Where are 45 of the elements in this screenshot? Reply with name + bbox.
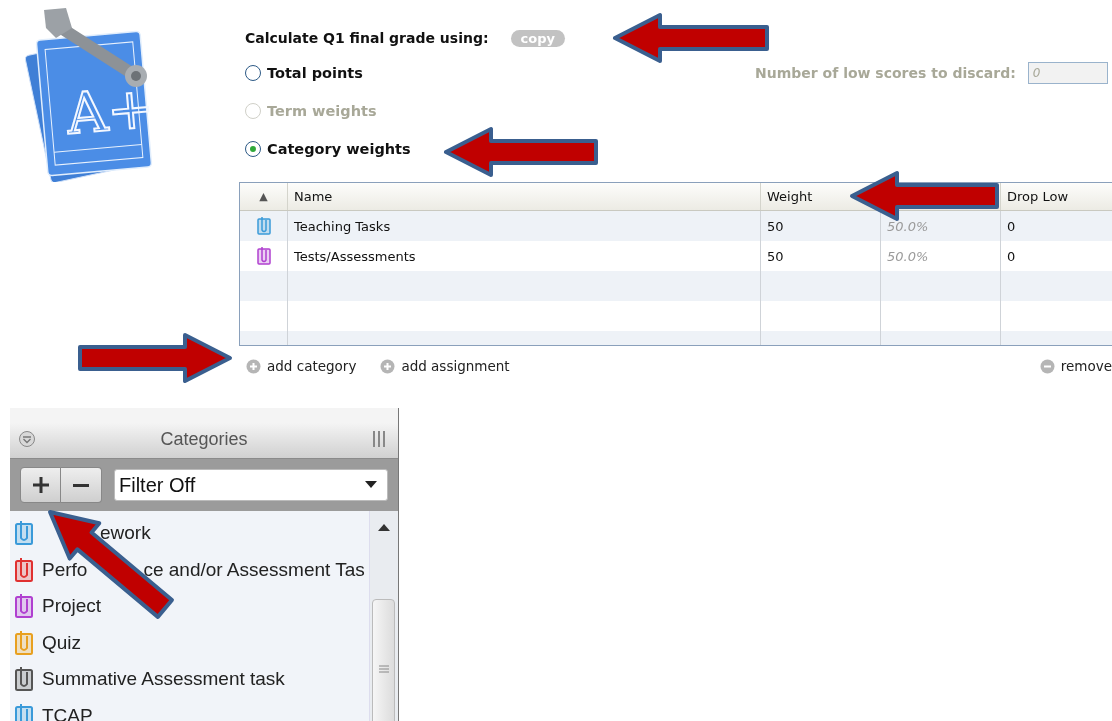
add-button[interactable] [20,467,61,503]
category-item[interactable]: Summative Assessment task [14,661,369,698]
plus-icon [31,476,50,494]
scroll-up-icon[interactable] [378,523,390,531]
panel-title: Categories [160,428,248,450]
category-item[interactable]: TCAP [14,697,369,721]
form-title: Calculate Q1 final grade using: [245,30,489,46]
sort-indicator[interactable]: ▲ [240,183,288,210]
remove-button[interactable] [61,467,102,503]
paperclip-icon [14,520,34,547]
add-link[interactable]: add category [246,358,357,374]
radio-button[interactable] [245,65,261,81]
radio-label[interactable]: Category weights [267,141,411,157]
paperclip-icon [14,593,34,620]
add-link[interactable]: add assignment [380,358,510,374]
category-item[interactable]: ework [14,515,369,552]
paperclip-icon [14,556,34,583]
remove-link[interactable]: remove [1039,358,1112,374]
filter-dropdown[interactable]: Filter Off [114,469,388,501]
category-item[interactable]: Perfo ce and/or Assessment Tas [14,551,369,588]
minus-circle-icon [1039,358,1055,374]
grip-icon[interactable] [372,430,386,448]
paperclip-icon [255,216,272,236]
collapse-icon[interactable] [18,430,36,448]
table-cell: 0 [1001,211,1112,241]
paperclip-icon [14,629,34,656]
table-cell: Teaching Tasks [288,211,761,241]
category-item[interactable]: Quiz [14,624,369,661]
paperclip-icon [14,702,34,721]
radio-label[interactable]: Total points [267,65,363,81]
column-header[interactable]: Name [288,183,761,210]
column-header[interactable]: Weight [767,189,813,204]
scroll-thumb[interactable] [372,599,395,721]
plus-circle-icon [246,358,261,374]
paperclip-icon [255,246,272,266]
plus-circle-icon [380,358,396,374]
radio-button[interactable] [245,141,261,157]
category-item[interactable]: Project [14,588,369,625]
discard-label: Number of low scores to discard: [755,65,1016,81]
paperclip-icon [14,666,34,693]
scrollbar[interactable] [369,511,398,721]
column-header[interactable]: Drop Low [1001,183,1112,210]
minus-icon [72,483,90,487]
caret-icon [365,481,377,489]
grip-icon [378,664,389,674]
